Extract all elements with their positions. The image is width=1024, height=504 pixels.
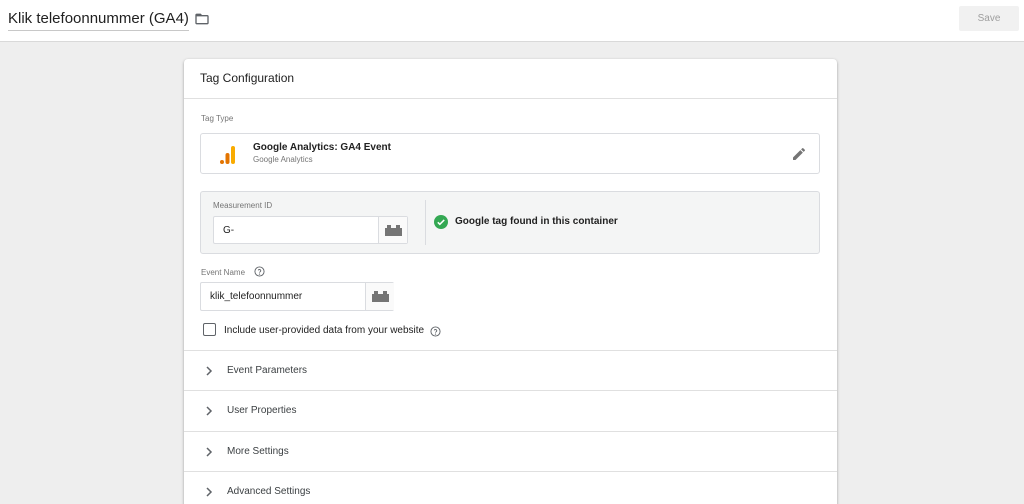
section-label: More Settings: [227, 446, 289, 457]
chevron-right-icon: [206, 487, 213, 497]
chevron-right-icon: [206, 447, 213, 457]
tag-type-label: Tag Type: [201, 114, 234, 123]
google-tag-status: Google tag found in this container: [455, 216, 618, 227]
tag-title[interactable]: Klik telefoonnummer (GA4): [8, 10, 189, 27]
folder-icon[interactable]: [194, 11, 210, 27]
section-label: Event Parameters: [227, 365, 308, 376]
panel-divider: [425, 200, 426, 245]
user-data-checkbox-label[interactable]: Include user-provided data from your web…: [224, 325, 424, 336]
chevron-right-icon: [206, 406, 213, 416]
tag-type-name: Google Analytics: GA4 Event: [253, 142, 391, 153]
card-title: Tag Configuration: [200, 71, 295, 85]
section-event-parameters[interactable]: Event Parameters: [184, 350, 837, 390]
check-circle-icon: [434, 215, 448, 229]
tag-type-selector[interactable]: Google Analytics: GA4 Event Google Analy…: [200, 133, 820, 174]
event-name-label: Event Name: [201, 268, 246, 277]
section-label: Advanced Settings: [227, 486, 311, 497]
section-more-settings[interactable]: More Settings: [184, 431, 837, 471]
help-icon[interactable]: [430, 326, 441, 337]
section-advanced-settings[interactable]: Advanced Settings: [184, 471, 837, 504]
tag-title-field[interactable]: Klik telefoonnummer (GA4): [8, 9, 189, 31]
section-label: User Properties: [227, 405, 297, 416]
event-name-value[interactable]: klik_telefoonnummer: [210, 291, 302, 302]
chevron-right-icon: [206, 366, 213, 376]
user-data-checkbox[interactable]: [203, 323, 216, 336]
variable-picker-button[interactable]: [378, 217, 407, 243]
save-button[interactable]: Save: [959, 6, 1019, 31]
tag-configuration-card: Tag Configuration Tag Type Google Analyt…: [184, 59, 837, 504]
measurement-id-panel: Measurement ID G- Google tag found in th…: [200, 191, 820, 254]
google-analytics-icon: [220, 146, 235, 164]
pencil-icon[interactable]: [791, 146, 807, 162]
lego-brick-icon: [384, 224, 402, 236]
section-user-properties[interactable]: User Properties: [184, 390, 837, 430]
tag-type-vendor: Google Analytics: [253, 155, 313, 164]
variable-picker-button[interactable]: [365, 283, 394, 310]
card-header: Tag Configuration: [184, 59, 837, 99]
event-name-input[interactable]: klik_telefoonnummer: [200, 282, 394, 311]
measurement-id-value[interactable]: G-: [223, 225, 234, 236]
lego-brick-icon: [371, 291, 389, 302]
top-bar: Klik telefoonnummer (GA4) Save: [0, 0, 1024, 42]
measurement-id-input[interactable]: G-: [213, 216, 408, 244]
help-icon[interactable]: [254, 266, 265, 277]
measurement-id-label: Measurement ID: [213, 201, 273, 210]
